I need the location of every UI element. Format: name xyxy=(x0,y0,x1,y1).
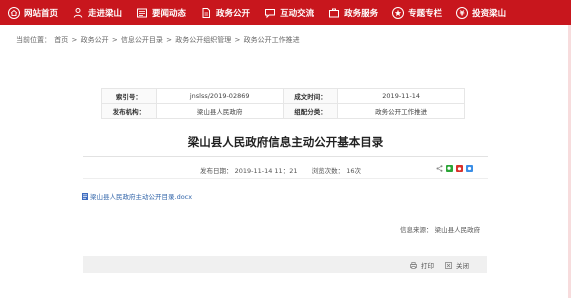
index-number-label: 索引号： xyxy=(101,88,157,104)
wechat-share-icon[interactable] xyxy=(446,165,453,172)
nav-label: 投资梁山 xyxy=(472,8,507,19)
attachment-name: 梁山县人民政府主动公开目录.docx xyxy=(90,193,193,201)
invest-icon: ¥ xyxy=(456,6,469,19)
nav-label: 政务公开 xyxy=(216,8,251,19)
breadcrumb-gov-affairs[interactable]: 政务公开 xyxy=(81,36,109,44)
article-info: 发布日期： 2019-11-14 11：21 浏览次数： 16次 xyxy=(200,165,361,175)
breadcrumb: 当前位置： 首页 > 政务公开 > 信息公开目录 > 政务公开组织管理 > 政务… xyxy=(16,35,301,45)
top-navigation-bar: 网站首页 走进梁山 要闻动态 政务公开 互动交流 政务服务 专题专栏 ¥ 投资梁… xyxy=(0,0,571,25)
print-label: 打印 xyxy=(421,262,434,270)
attachment-link[interactable]: 梁山县人民政府主动公开目录.docx xyxy=(82,191,192,201)
breadcrumb-separator: > xyxy=(71,36,78,44)
creation-date-value: 2019-11-14 xyxy=(337,88,465,104)
article-title: 梁山县人民政府信息主动公开基本目录 xyxy=(187,135,384,149)
nav-item-news[interactable]: 要闻动态 xyxy=(136,0,186,25)
person-icon xyxy=(72,7,84,19)
svg-text:¥: ¥ xyxy=(460,9,465,17)
nav-label: 走进梁山 xyxy=(88,8,123,19)
nav-item-interaction[interactable]: 互动交流 xyxy=(264,0,314,25)
nav-label: 要闻动态 xyxy=(152,8,187,19)
breadcrumb-home[interactable]: 首页 xyxy=(54,36,68,44)
nav-item-home[interactable]: 网站首页 xyxy=(8,0,58,25)
nav-item-invest[interactable]: ¥ 投资梁山 xyxy=(456,0,506,25)
publisher-value: 梁山县人民政府 xyxy=(155,103,284,119)
publisher-label: 发布机构： xyxy=(101,103,157,119)
nav-label: 专题专栏 xyxy=(408,8,443,19)
views-label: 浏览次数： xyxy=(311,167,345,175)
category-value: 政务公开工作推进 xyxy=(337,103,465,119)
index-number-value: jnslss/2019-02869 xyxy=(155,88,284,104)
creation-date-label: 成文时间： xyxy=(282,88,339,104)
source-value: 梁山县人民政府 xyxy=(434,226,481,234)
nav-label: 互动交流 xyxy=(280,8,315,19)
meta-row: 发布机构： 梁山县人民政府 组配分类： 政务公开工作推进 xyxy=(101,103,465,119)
source-label: 信息来源： xyxy=(400,226,433,234)
publish-date-label: 发布日期： xyxy=(200,167,233,175)
print-button[interactable]: 打印 xyxy=(410,260,434,270)
service-icon xyxy=(328,7,340,19)
qq-share-icon[interactable] xyxy=(466,165,473,172)
breadcrumb-separator: > xyxy=(111,36,118,44)
breadcrumb-separator: > xyxy=(234,36,241,44)
topic-icon xyxy=(392,6,405,19)
meta-row: 索引号： jnslss/2019-02869 成文时间： 2019-11-14 xyxy=(101,88,465,104)
nav-label: 政务服务 xyxy=(344,8,379,19)
nav-item-about[interactable]: 走进梁山 xyxy=(72,0,122,25)
nav-item-topics[interactable]: 专题专栏 xyxy=(392,0,442,25)
word-file-icon xyxy=(82,192,88,200)
nav-label: 网站首页 xyxy=(24,8,59,19)
title-divider xyxy=(83,156,488,157)
views-value: 16次 xyxy=(346,167,361,175)
breadcrumb-org-management[interactable]: 政务公开组织管理 xyxy=(175,36,231,44)
breadcrumb-info-catalog[interactable]: 信息公开目录 xyxy=(121,36,163,44)
document-icon xyxy=(200,7,212,19)
close-button[interactable]: 关闭 xyxy=(445,260,469,270)
nav-item-services[interactable]: 政务服务 xyxy=(328,0,378,25)
close-icon xyxy=(445,261,452,269)
share-toolbar xyxy=(436,165,476,172)
share-icon[interactable] xyxy=(436,165,443,172)
close-label: 关闭 xyxy=(456,262,469,270)
category-label: 组配分类： xyxy=(282,103,339,119)
print-icon xyxy=(410,261,417,269)
breadcrumb-work-progress[interactable]: 政务公开工作推进 xyxy=(244,36,300,44)
bottom-action-bar: 打印 关闭 xyxy=(83,256,487,273)
breadcrumb-prefix: 当前位置： xyxy=(16,36,51,44)
home-icon xyxy=(8,6,20,19)
news-icon xyxy=(136,7,148,19)
publish-date-value: 2019-11-14 11：21 xyxy=(234,167,298,175)
document-meta-table: 索引号： jnslss/2019-02869 成文时间： 2019-11-14 … xyxy=(101,88,465,119)
weibo-share-icon[interactable] xyxy=(456,165,463,172)
breadcrumb-separator: > xyxy=(166,36,173,44)
info-source: 信息来源： 梁山县人民政府 xyxy=(400,224,480,234)
info-divider xyxy=(83,178,488,179)
nav-item-gov-affairs[interactable]: 政务公开 xyxy=(200,0,250,25)
chat-icon xyxy=(264,7,276,19)
